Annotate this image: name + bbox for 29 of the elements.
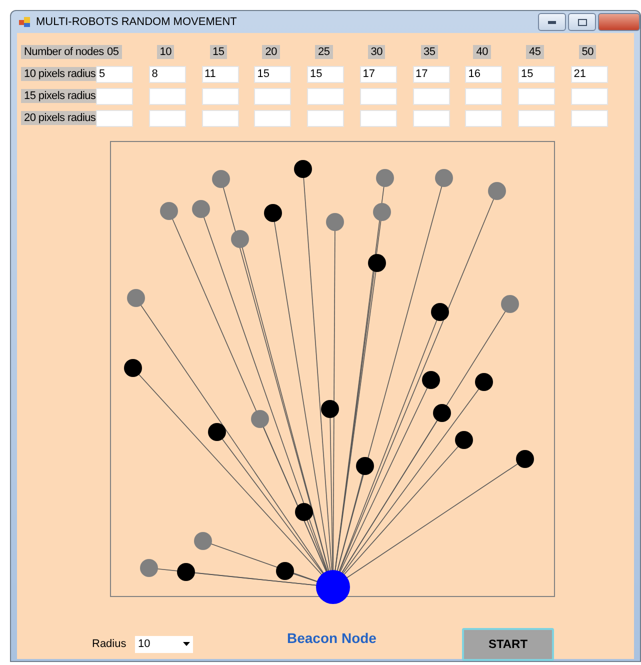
input-field[interactable]: 17 bbox=[360, 66, 397, 82]
input-field[interactable]: 16 bbox=[465, 66, 502, 82]
radius-label: Radius bbox=[92, 638, 128, 650]
column-header: 35 bbox=[420, 45, 438, 59]
input-field[interactable]: 15 bbox=[307, 66, 344, 82]
row-label: 10 pixels radius bbox=[21, 67, 99, 81]
column-header: 50 bbox=[578, 45, 596, 59]
row-label: 15 pixels radius bbox=[21, 89, 99, 103]
input-field[interactable]: 11 bbox=[202, 66, 238, 82]
start-button[interactable]: START bbox=[462, 628, 554, 660]
input-field[interactable]: 15 bbox=[254, 66, 292, 82]
input-field[interactable]: 21 bbox=[570, 66, 608, 82]
column-header: 10 bbox=[156, 45, 174, 59]
column-header: 30 bbox=[368, 45, 386, 59]
row-label: 20 pixels radius bbox=[21, 111, 99, 125]
column-header: 45 bbox=[526, 45, 544, 59]
column-header: 40 bbox=[473, 45, 491, 59]
input-field[interactable]: 8 bbox=[148, 66, 186, 82]
beacon-label: Beacon Node bbox=[287, 630, 378, 646]
column-header: 25 bbox=[315, 45, 333, 59]
input-field[interactable]: 15 bbox=[518, 66, 555, 82]
input-field[interactable]: 17 bbox=[412, 66, 450, 82]
radius-dropdown[interactable]: 10 bbox=[135, 636, 193, 652]
column-header: 15 bbox=[210, 45, 228, 59]
column-header: 05 bbox=[104, 45, 122, 59]
column-header: 20 bbox=[262, 45, 280, 59]
input-field[interactable]: 5 bbox=[96, 66, 133, 82]
window-title: MULTI-ROBOTS RANDOM MOVEMENT bbox=[36, 16, 238, 28]
header-label: Number of nodes bbox=[21, 45, 107, 59]
